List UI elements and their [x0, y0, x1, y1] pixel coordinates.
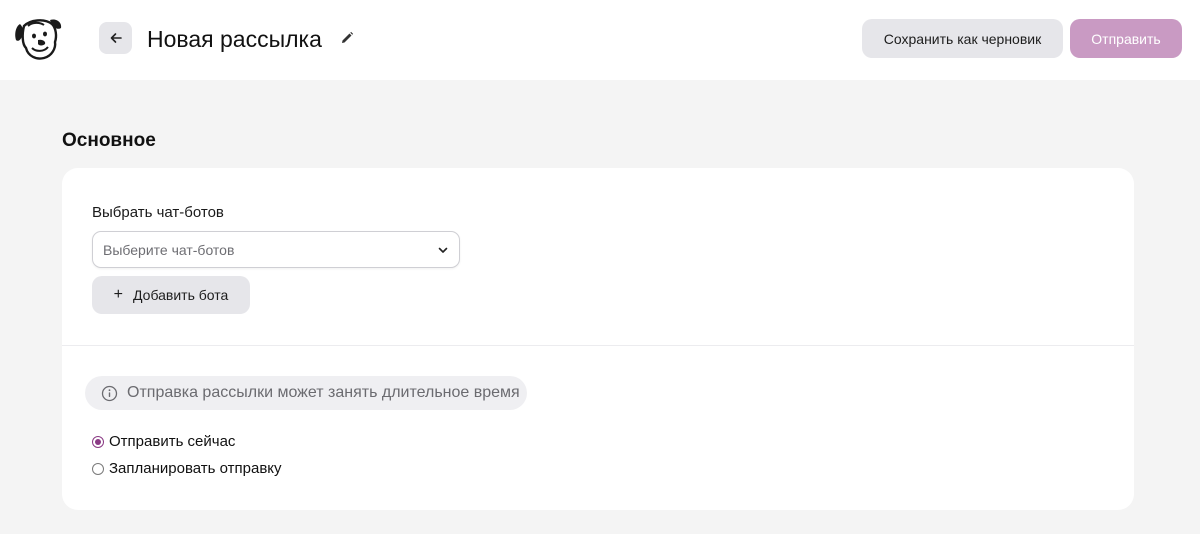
main-card: Выбрать чат-ботов Выберите чат-ботов + Д… — [62, 168, 1134, 510]
save-draft-button[interactable]: Сохранить как черновик — [862, 19, 1063, 58]
pencil-icon — [342, 31, 354, 43]
info-notice-text: Отправка рассылки может занять длительно… — [127, 384, 520, 401]
bots-select[interactable]: Выберите чат-ботов — [92, 231, 460, 268]
radio-schedule[interactable]: Запланировать отправку — [92, 459, 282, 479]
dog-logo-icon[interactable] — [12, 14, 64, 62]
add-bot-button[interactable]: + Добавить бота — [92, 276, 250, 314]
info-icon — [101, 385, 118, 401]
radio-send-now[interactable]: Отправить сейчас — [92, 432, 235, 452]
bots-field-label: Выбрать чат-ботов — [92, 204, 224, 221]
send-button[interactable]: Отправить — [1070, 19, 1182, 58]
info-notice: Отправка рассылки может занять длительно… — [85, 376, 527, 410]
add-bot-label: Добавить бота — [133, 287, 229, 303]
plus-icon: + — [113, 286, 124, 303]
section-title: Основное — [62, 130, 156, 151]
back-button[interactable] — [99, 22, 132, 54]
radio-schedule-label: Запланировать отправку — [109, 460, 282, 477]
top-header: Новая рассылка Сохранить как черновик От… — [0, 0, 1200, 80]
radio-button[interactable] — [92, 463, 104, 475]
bots-select-placeholder: Выберите чат-ботов — [103, 241, 235, 258]
page-title: Новая рассылка — [147, 26, 322, 52]
divider — [62, 345, 1134, 346]
edit-title-button[interactable] — [338, 29, 356, 47]
chevron-down-icon — [438, 247, 448, 253]
radio-button-checked[interactable] — [92, 436, 104, 448]
radio-send-now-label: Отправить сейчас — [109, 433, 236, 450]
arrow-left-icon — [110, 33, 122, 43]
